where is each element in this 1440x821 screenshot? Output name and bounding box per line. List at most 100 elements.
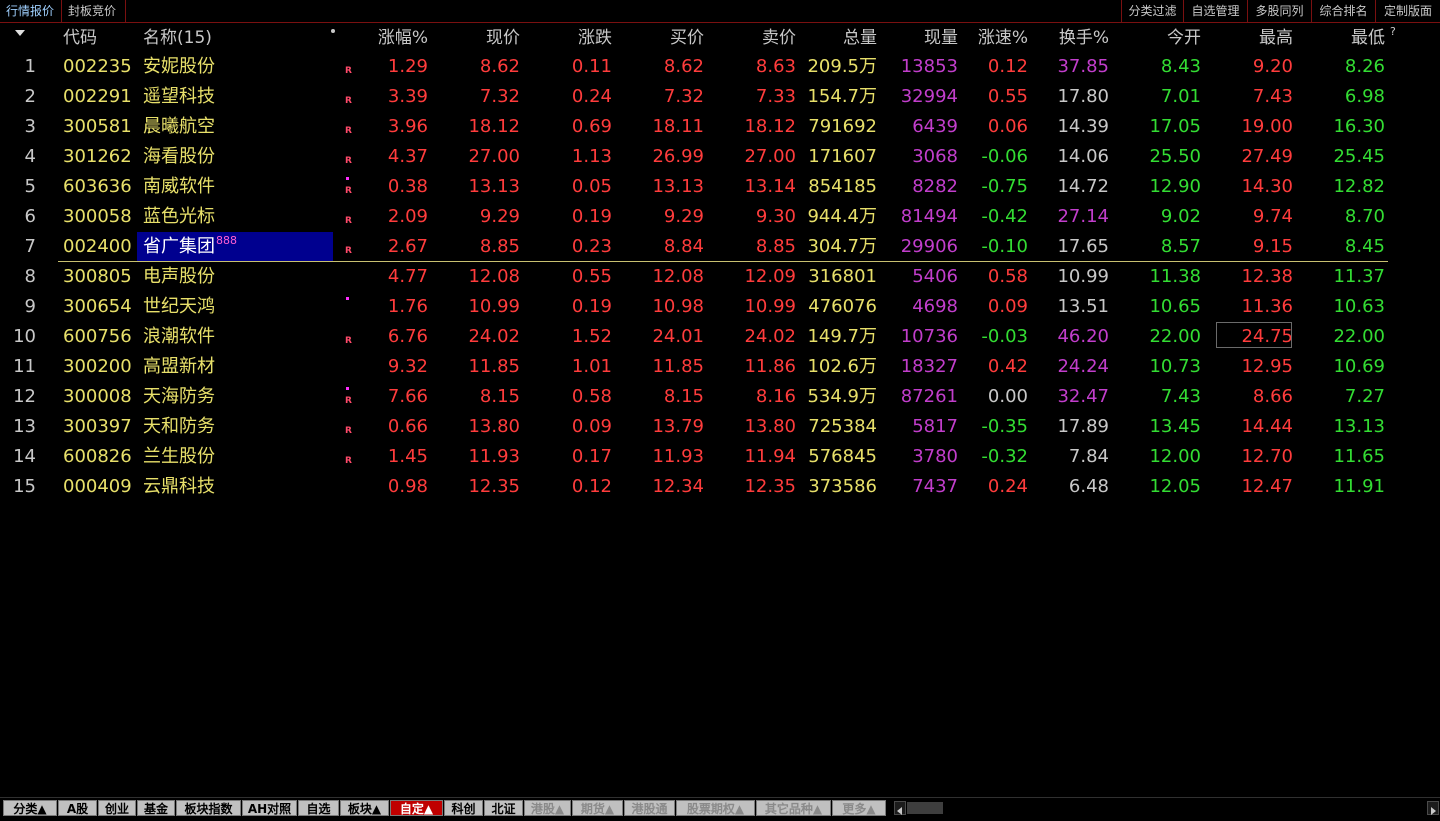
stock-code[interactable]: 300581 xyxy=(63,112,132,142)
stock-code[interactable]: 600756 xyxy=(63,322,132,352)
header-bid[interactable]: 买价 xyxy=(624,25,704,51)
stock-name[interactable]: 浪潮软件 xyxy=(143,322,215,352)
stock-code[interactable]: 300058 xyxy=(63,202,132,232)
tab-quotes[interactable]: 行情报价 xyxy=(0,0,62,22)
stock-name[interactable]: 海看股份 xyxy=(143,142,215,172)
table-row[interactable]: 15 000409 云鼎科技 0.98 12.35 0.12 12.34 12.35 37358… xyxy=(0,472,1440,502)
bottom-tab-3[interactable]: 基金 xyxy=(137,800,175,816)
table-row[interactable]: 14 600826 兰生股份 R 1.45 11.93 0.17 11.93 11.94 5768… xyxy=(0,442,1440,472)
cell-volume: 944.4万 xyxy=(807,206,877,227)
table-row[interactable]: 8 300805 电声股份 4.77 12.08 0.55 12.08 12.09 316801… xyxy=(0,262,1440,292)
cell-pct: 3.39 xyxy=(387,86,428,107)
table-row[interactable]: 3 300581 晨曦航空 R 3.96 18.12 0.69 18.11 18.12 79169… xyxy=(0,112,1440,142)
stock-code[interactable]: 002235 xyxy=(63,52,132,82)
table-row[interactable]: 2 002291 遥望科技 R 3.39 7.32 0.24 7.32 7.33 154.7万 32… xyxy=(0,82,1440,112)
header-current-volume[interactable]: 现量 xyxy=(878,25,958,51)
bottom-tab-7[interactable]: 板块▲ xyxy=(340,800,389,816)
sort-dropdown-icon[interactable] xyxy=(13,25,27,39)
header-pct[interactable]: 涨幅% xyxy=(356,25,428,51)
table-row[interactable]: 13 300397 天和防务 R 0.66 13.80 0.09 13.79 13.80 7253… xyxy=(0,412,1440,442)
cell-bid: 11.85 xyxy=(652,356,704,377)
composite-ranking-button[interactable]: 综合排名 xyxy=(1311,0,1375,22)
header-name[interactable]: 名称(15) xyxy=(143,25,212,51)
header-code[interactable]: 代码 xyxy=(63,25,97,51)
header-open[interactable]: 今开 xyxy=(1121,25,1201,51)
stock-code[interactable]: 300397 xyxy=(63,412,132,442)
table-row[interactable]: 11 300200 高盟新材 9.32 11.85 1.01 11.85 11.86 102.6… xyxy=(0,352,1440,382)
bottom-tab-14[interactable]: 股票期权▲ xyxy=(676,800,755,816)
stock-name[interactable]: 高盟新材 xyxy=(143,352,215,382)
table-row[interactable]: 4 301262 海看股份 R 4.37 27.00 1.13 26.99 27.00 17160… xyxy=(0,142,1440,172)
stock-name[interactable]: 安妮股份 xyxy=(143,52,215,82)
header-ask[interactable]: 卖价 xyxy=(716,25,796,51)
stock-code[interactable]: 301262 xyxy=(63,142,132,172)
cell-low: 8.45 xyxy=(1344,236,1385,257)
bottom-tab-9[interactable]: 科创 xyxy=(444,800,483,816)
bottom-tab-11[interactable]: 港股▲ xyxy=(524,800,571,816)
bottom-tab-10[interactable]: 北证 xyxy=(484,800,523,816)
header-price[interactable]: 现价 xyxy=(440,25,520,51)
tab-limit-auction[interactable]: 封板竞价 xyxy=(62,0,126,22)
cell-current-volume: 4698 xyxy=(912,296,958,317)
stock-code[interactable]: 603636 xyxy=(63,172,132,202)
stock-name[interactable]: 天海防务 xyxy=(143,382,215,412)
scroll-left-button[interactable] xyxy=(894,801,906,815)
table-row[interactable]: 5 603636 南威软件 R 0.38 13.13 0.05 13.13 13.14 85418… xyxy=(0,172,1440,202)
financing-flag-icon: R xyxy=(345,456,352,466)
stock-code[interactable]: 002291 xyxy=(63,82,132,112)
bottom-tab-13[interactable]: 港股通 xyxy=(624,800,675,816)
help-icon[interactable]: ? xyxy=(1390,25,1396,38)
stock-code[interactable]: 300008 xyxy=(63,382,132,412)
stock-name[interactable]: 云鼎科技 xyxy=(143,472,215,502)
header-volume[interactable]: 总量 xyxy=(797,25,877,51)
bottom-tab-2[interactable]: 创业 xyxy=(98,800,136,816)
stock-code[interactable]: 300805 xyxy=(63,262,132,292)
stock-name[interactable]: 南威软件 xyxy=(143,172,215,202)
stock-code[interactable]: 300200 xyxy=(63,352,132,382)
cell-low: 7.27 xyxy=(1344,386,1385,407)
row-index: 15 xyxy=(13,476,36,497)
stock-name[interactable]: 遥望科技 xyxy=(143,82,215,112)
stock-name[interactable]: 蓝色光标 xyxy=(143,202,215,232)
table-row[interactable]: 12 300008 天海防务 R 7.66 8.15 0.58 8.15 8.16 534.9万 8… xyxy=(0,382,1440,412)
stock-name[interactable]: 兰生股份 xyxy=(143,442,215,472)
flag-dot-icon xyxy=(346,177,349,180)
stock-code[interactable]: 000409 xyxy=(63,472,132,502)
bottom-tab-15[interactable]: 其它品种▲ xyxy=(756,800,831,816)
header-speed[interactable]: 涨速% xyxy=(948,25,1028,51)
cell-current-volume: 32994 xyxy=(900,86,958,107)
bottom-tab-16[interactable]: 更多▲ xyxy=(832,800,886,816)
header-turnover[interactable]: 换手% xyxy=(1029,25,1109,51)
stock-code[interactable]: 300654 xyxy=(63,292,132,322)
cell-turnover: 17.65 xyxy=(1057,236,1109,257)
cell-speed: -0.06 xyxy=(981,146,1028,167)
category-filter-button[interactable]: 分类过滤 xyxy=(1121,0,1183,22)
horizontal-scrollbar-thumb[interactable] xyxy=(907,802,943,814)
stock-name[interactable]: 省广集团888 xyxy=(143,232,237,262)
stock-code[interactable]: 002400 xyxy=(63,232,132,262)
header-low[interactable]: 最低 xyxy=(1305,25,1385,51)
watchlist-manage-button[interactable]: 自选管理 xyxy=(1183,0,1247,22)
table-row[interactable]: 7 002400 省广集团888 R 2.67 8.85 0.23 8.84 8.85 304.7… xyxy=(0,232,1440,262)
stock-name[interactable]: 晨曦航空 xyxy=(143,112,215,142)
stock-code[interactable]: 600826 xyxy=(63,442,132,472)
cell-high: 19.00 xyxy=(1241,116,1293,137)
bottom-tab-0[interactable]: 分类▲ xyxy=(3,800,57,816)
header-change[interactable]: 涨跌 xyxy=(532,25,612,51)
bottom-tab-12[interactable]: 期货▲ xyxy=(572,800,623,816)
bottom-tab-8[interactable]: 自定▲ xyxy=(390,800,443,816)
bottom-tab-5[interactable]: AH对照 xyxy=(242,800,297,816)
bottom-tab-4[interactable]: 板块指数 xyxy=(176,800,241,816)
scroll-right-button[interactable] xyxy=(1427,801,1439,815)
table-row[interactable]: 6 300058 蓝色光标 R 2.09 9.29 0.19 9.29 9.30 944.4万 81… xyxy=(0,202,1440,232)
multi-stock-column-button[interactable]: 多股同列 xyxy=(1247,0,1311,22)
stock-name[interactable]: 电声股份 xyxy=(143,262,215,292)
table-row[interactable]: 1 002235 安妮股份 R 1.29 8.62 0.11 8.62 8.63 209.5万 13… xyxy=(0,52,1440,82)
bottom-tab-1[interactable]: A股 xyxy=(58,800,97,816)
stock-name[interactable]: 世纪天鸿 xyxy=(143,292,215,322)
header-high[interactable]: 最高 xyxy=(1213,25,1293,51)
table-row[interactable]: 9 300654 世纪天鸿 1.76 10.99 0.19 10.98 10.99 476076… xyxy=(0,292,1440,322)
stock-name[interactable]: 天和防务 xyxy=(143,412,215,442)
bottom-tab-6[interactable]: 自选 xyxy=(298,800,339,816)
custom-layout-button[interactable]: 定制版面 xyxy=(1375,0,1440,22)
